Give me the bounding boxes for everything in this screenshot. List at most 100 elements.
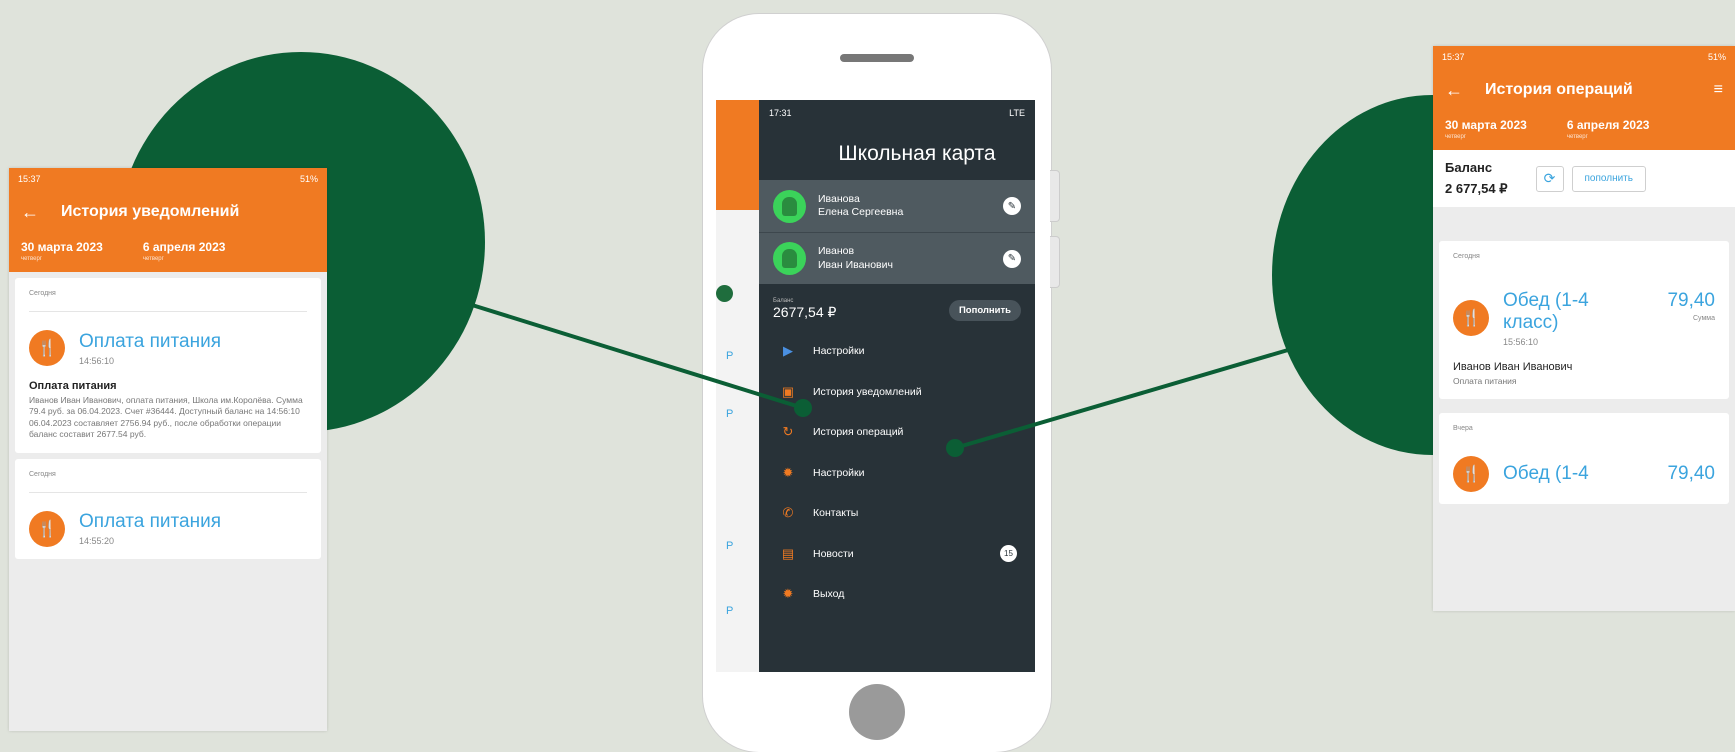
- operation-card[interactable]: Сегодня 🍴 Обед (1-4 класс) 15:56:10 79,4…: [1439, 241, 1729, 400]
- balance-value: 2 677,54 ₽: [1445, 181, 1508, 196]
- operation-person: Иванов Иван Иванович: [1453, 361, 1573, 373]
- fork-knife-icon: 🍴: [1453, 456, 1489, 493]
- notification-time: 14:56:10: [79, 355, 115, 366]
- fork-knife-icon: 🍴: [29, 510, 65, 547]
- drawer-title: Школьная карта: [838, 142, 996, 165]
- date-to-weekday: четверг: [142, 256, 164, 262]
- message-heading: Оплата питания: [29, 380, 117, 392]
- filter-icon[interactable]: ≡: [1714, 81, 1723, 99]
- notification-card[interactable]: Сегодня 🍴 Оплата питания 14:56:10 Оплата…: [15, 278, 321, 453]
- status-time: 17:31: [769, 108, 792, 118]
- menu-label: История операций: [813, 426, 904, 439]
- date-to-weekday: четверг: [1566, 134, 1588, 140]
- operation-purpose: Оплата питания: [1453, 376, 1517, 386]
- menu-label: Новости: [813, 547, 854, 560]
- balance-label: Баланс: [1445, 160, 1493, 175]
- date-from-weekday: четверг: [1445, 134, 1466, 140]
- phone-side-button: [1050, 170, 1060, 222]
- notification-history-screenshot: 15:37 51% ← История уведомлений 30 марта…: [9, 168, 327, 731]
- menu-item-preferences[interactable]: ✹ Настройки: [759, 453, 1035, 494]
- date-from[interactable]: 30 марта 2023: [1445, 118, 1527, 132]
- section-label: Сегодня: [29, 471, 307, 493]
- strip-currency: Р: [726, 605, 734, 617]
- fork-knife-icon: 🍴: [1453, 300, 1489, 336]
- date-to[interactable]: 6 апреля 2023: [1567, 118, 1650, 132]
- notification-time: 14:55:20: [79, 536, 115, 547]
- menu-label: Настройки: [813, 466, 865, 479]
- account-surname: Иванов: [818, 245, 855, 258]
- back-arrow-icon[interactable]: ←: [1445, 80, 1485, 101]
- edit-icon[interactable]: ✎: [1003, 197, 1021, 215]
- operation-time: 15:56:10: [1503, 337, 1539, 347]
- account-surname: Иванова: [818, 192, 860, 205]
- screen-title: История уведомлений: [61, 203, 240, 220]
- notification-title: Оплата питания: [79, 330, 221, 352]
- message-body: Иванов Иван Иванович, оплата питания, Шк…: [29, 395, 303, 440]
- strip-badge: [716, 285, 733, 302]
- topup-button[interactable]: Пополнить: [948, 300, 1021, 321]
- strip-currency: Р: [726, 540, 734, 552]
- section-label: Вчера: [1453, 425, 1473, 433]
- drawer-balance: Баланс 2677,54 ₽ Пополнить: [759, 284, 1035, 331]
- operation-title-line2: класс): [1503, 312, 1559, 333]
- operations-history-screenshot: 15:37 51% ← История операций ≡ 30 марта …: [1433, 46, 1735, 611]
- menu-label: Контакты: [813, 507, 859, 520]
- menu-item-notification-history[interactable]: ▣ История уведомлений: [759, 372, 1035, 413]
- status-battery: 51%: [299, 174, 318, 184]
- account-item[interactable]: Иванов Иван Иванович ✎: [759, 232, 1035, 284]
- refresh-button[interactable]: ⟳: [1535, 165, 1564, 192]
- menu-item-exit[interactable]: ✹ Выход: [759, 574, 1035, 615]
- gear-icon: ✹: [782, 464, 794, 480]
- status-network: LTE: [1009, 108, 1025, 118]
- navigation-drawer: 17:31 LTE Школьная карта Иванова Елена С…: [759, 100, 1035, 672]
- topup-button[interactable]: пополнить: [1571, 165, 1646, 192]
- amount-label: Сумма: [1693, 315, 1715, 322]
- fork-knife-icon: 🍴: [29, 330, 65, 366]
- status-bar: 15:37 51%: [1433, 46, 1735, 68]
- exit-icon: ✹: [782, 586, 794, 602]
- date-from-weekday: четверг: [21, 256, 42, 262]
- settings-icon: ▶: [783, 343, 793, 359]
- date-to[interactable]: 6 апреля 2023: [143, 240, 226, 254]
- home-button[interactable]: [849, 684, 905, 740]
- date-range[interactable]: 30 марта 2023 четверг 6 апреля 2023 четвер…: [1433, 112, 1735, 150]
- background-app: Р Р Р Р: [716, 100, 759, 672]
- operation-amount: 79,40: [1667, 463, 1715, 485]
- menu-label: История уведомлений: [813, 385, 922, 398]
- phone-screen: Р Р Р Р 17:31 LTE Школьная карта Иванова…: [716, 100, 1035, 672]
- section-label: Сегодня: [29, 290, 307, 312]
- phone-speaker: [840, 54, 914, 62]
- status-time: 15:37: [18, 174, 41, 184]
- date-from[interactable]: 30 марта 2023: [21, 240, 103, 254]
- notification-card[interactable]: Сегодня 🍴 Оплата питания 14:55:20: [15, 458, 321, 559]
- edit-icon[interactable]: ✎: [1003, 249, 1021, 268]
- menu-item-operations-history[interactable]: ↻ История операций: [759, 412, 1035, 453]
- operation-card[interactable]: Вчера 🍴 Обед (1-4 79,40: [1439, 413, 1729, 505]
- status-time: 15:37: [1442, 52, 1465, 62]
- operation-title-line1: Обед (1-4: [1503, 290, 1589, 311]
- date-range[interactable]: 30 марта 2023 четверг 6 апреля 2023 четвер…: [9, 234, 327, 272]
- account-name: Иван Иванович: [818, 258, 893, 271]
- menu-item-contacts[interactable]: ✆ Контакты: [759, 493, 1035, 534]
- status-bar: 17:31 LTE: [759, 100, 1035, 126]
- menu-item-news[interactable]: ▤ Новости 15: [759, 534, 1035, 575]
- account-item[interactable]: Иванова Елена Сергеевна ✎: [759, 180, 1035, 232]
- status-bar: 15:37 51%: [9, 168, 327, 190]
- menu-label: Выход: [813, 588, 845, 601]
- avatar: [773, 189, 806, 223]
- menu-label: Настройки: [813, 345, 865, 358]
- phone-icon: ✆: [782, 505, 794, 521]
- menu-item-settings[interactable]: ▶ Настройки: [759, 331, 1035, 372]
- refresh-icon: ⟳: [1543, 170, 1556, 186]
- phone-side-button: [1050, 236, 1060, 288]
- avatar: [773, 242, 806, 275]
- status-battery: 51%: [1707, 52, 1726, 62]
- operation-title-line1: Обед (1-4: [1503, 463, 1589, 485]
- notification-title: Оплата питания: [79, 511, 221, 533]
- operation-amount: 79,40: [1667, 290, 1715, 311]
- screen-title: История операций: [1485, 81, 1633, 98]
- back-arrow-icon[interactable]: ←: [21, 202, 61, 223]
- balance-panel: Баланс 2 677,54 ₽ ⟳ пополнить: [1433, 150, 1735, 207]
- strip-currency: Р: [726, 350, 734, 362]
- news-icon: ▤: [781, 545, 795, 561]
